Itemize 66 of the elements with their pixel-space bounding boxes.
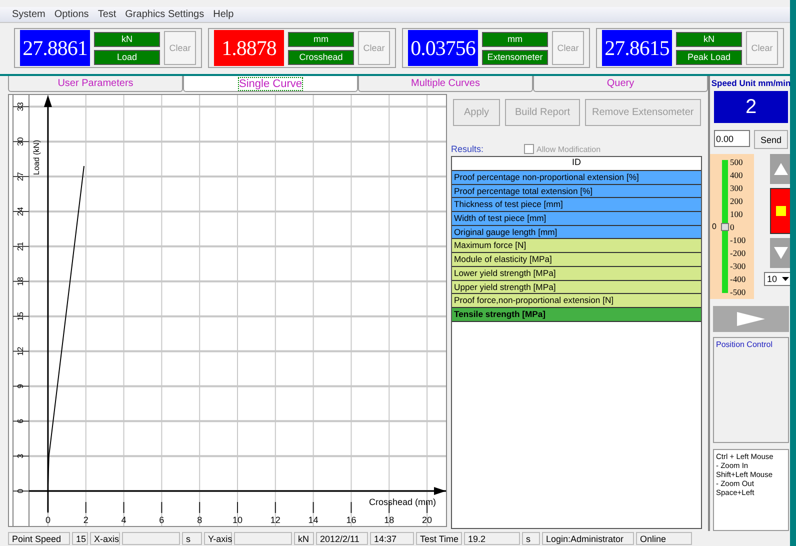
status-field: Point Speed	[8, 532, 70, 545]
unit-label: kN	[94, 32, 160, 46]
channel-label: Load	[94, 50, 160, 64]
x-tick-label: 0	[45, 515, 50, 525]
status-field: 2012/2/11	[316, 532, 368, 545]
status-field: Test Time	[416, 532, 462, 545]
x-tick-label: 8	[197, 515, 202, 525]
y-tick-label: 30	[16, 137, 26, 146]
status-field: s	[522, 532, 540, 545]
gauge-zero-label: 0	[712, 222, 718, 231]
x-tick-label: 2	[83, 515, 88, 525]
x-tick-label: 20	[422, 515, 432, 525]
status-field: X-axis	[90, 532, 120, 545]
scale-label: -300	[730, 260, 746, 270]
y-tick-label: 24	[16, 207, 26, 216]
y-tick-label: 3	[16, 454, 26, 458]
channel-label: Crosshead	[288, 50, 354, 64]
scale-label: 200	[730, 196, 744, 206]
channel-label: Peak Load	[676, 50, 742, 64]
x-tick-label: 12	[270, 515, 280, 525]
readout-value: 1.8878	[214, 30, 284, 66]
status-field: 19.2	[464, 532, 520, 545]
scale-label: 400	[730, 170, 744, 180]
scale-label: 0	[730, 222, 736, 232]
x-tick-label: 18	[384, 515, 394, 525]
x-tick-label: 6	[159, 515, 164, 525]
status-field: Login:Administrator	[542, 532, 634, 545]
unit-label: kN	[676, 32, 742, 46]
y-tick-label: 21	[16, 242, 26, 251]
scale-label: 300	[730, 182, 744, 192]
readout-value: 0.03756	[408, 30, 478, 66]
channel-label: Extensometer	[482, 50, 548, 64]
speed-unit-label: Speed Unit mm/min	[711, 78, 790, 88]
x-tick-label: 16	[346, 515, 356, 525]
scale-label: -100	[730, 234, 746, 244]
status-field: Online	[636, 532, 692, 545]
y-tick-label: 9	[16, 384, 26, 388]
y-tick-label: 33	[16, 102, 26, 112]
readout-value: 27.8861	[20, 30, 90, 66]
status-field: Y-axis	[204, 532, 232, 545]
y-tick-label: 15	[16, 312, 26, 321]
y-tick-label: 12	[16, 346, 26, 356]
y-tick-label: 0	[16, 488, 26, 494]
unit-label: mm	[482, 32, 548, 46]
status-field: s	[182, 532, 202, 545]
status-field: 14:37	[370, 532, 414, 545]
status-field: 15	[72, 532, 88, 545]
speed-value: 2	[714, 91, 788, 123]
status-field: kN	[294, 532, 314, 545]
y-tick-label: 27	[16, 172, 26, 181]
position-control-label: Position Control	[716, 340, 772, 349]
scale-label: 500	[730, 156, 744, 166]
x-axis-title: Crosshead (mm)	[368, 497, 436, 508]
x-tick-label: 4	[121, 515, 126, 525]
readout-value: 27.8615	[602, 30, 672, 66]
unit-label: mm	[288, 32, 354, 46]
x-tick-label: 14	[308, 515, 318, 525]
scale-label: 100	[730, 208, 744, 218]
y-tick-label: 6	[16, 418, 26, 424]
y-tick-label: 18	[16, 276, 26, 286]
scale-label: -400	[730, 274, 746, 284]
y-axis-title: Load (kN)	[32, 140, 41, 175]
results-label: Results:	[451, 144, 484, 154]
scale-label: -200	[730, 248, 746, 258]
x-tick-label: 10	[232, 515, 242, 525]
scale-label: -500	[730, 286, 746, 296]
